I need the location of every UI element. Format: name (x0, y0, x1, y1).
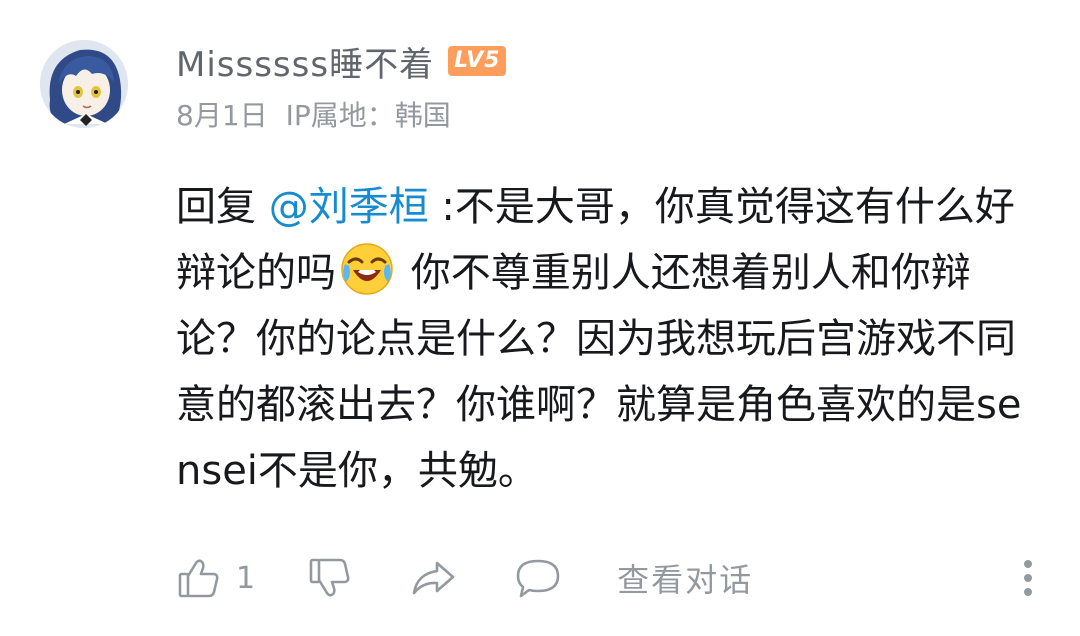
avatar[interactable] (40, 40, 128, 128)
comment-actions: 1 查看对话 (176, 548, 1036, 608)
username[interactable]: Missssss睡不着 (176, 37, 434, 86)
like-button[interactable]: 1 (176, 555, 255, 601)
reply-prefix: 回复 (176, 184, 269, 230)
view-conversation-button[interactable]: 查看对话 (617, 555, 753, 601)
comment-meta: 8月1日 IP属地：韩国 (176, 94, 451, 134)
ip-location: IP属地：韩国 (285, 99, 451, 132)
dislike-button[interactable] (307, 555, 353, 601)
view-conversation-label: 查看对话 (617, 561, 754, 599)
thumbs-up-icon (176, 555, 222, 601)
share-icon (409, 555, 457, 601)
mention-link[interactable]: @刘季桓 (269, 184, 429, 230)
more-options-button[interactable] (1020, 554, 1036, 602)
level-badge: LV5 (448, 46, 507, 76)
comment-bubble-icon (513, 555, 563, 601)
thumbs-down-icon (307, 555, 353, 601)
comment-body: 回复 @刘季桓 :不是大哥，你真觉得这有什么好辩论的吗 你不尊重别人还想着别人和… (176, 174, 1046, 504)
like-count: 1 (236, 560, 256, 596)
share-button[interactable] (409, 555, 457, 601)
laughing-crying-emoji-icon (340, 242, 394, 296)
comment-date: 8月1日 (176, 99, 268, 132)
reply-button[interactable] (513, 555, 563, 601)
comment-header: Missssss睡不着 LV5 (176, 36, 507, 86)
more-vertical-icon (1020, 554, 1036, 602)
